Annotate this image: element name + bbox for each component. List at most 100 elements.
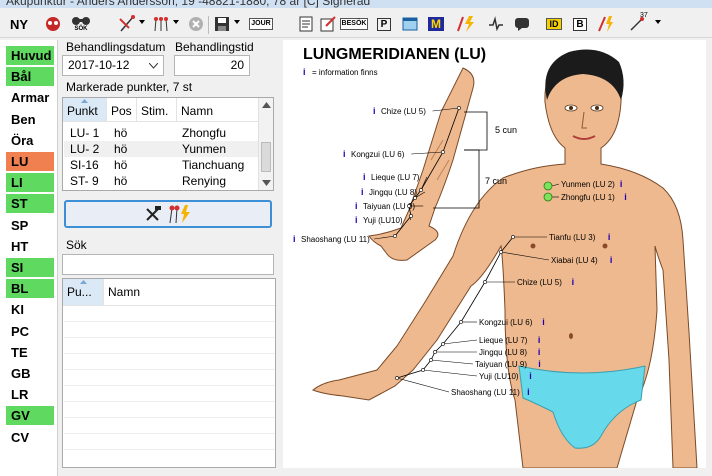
date-picker[interactable]: 2017-10-12 [62,55,164,76]
table-row[interactable]: SI-16 hö Tianchuang [64,157,259,173]
acupoint-marker[interactable] [395,376,399,380]
sidebar-item-huvud[interactable]: Huvud [6,46,54,65]
table-row[interactable]: LU- 2 hö Yunmen [64,141,259,157]
sidebar-item-armar[interactable]: Armar [6,88,54,107]
window-icon[interactable] [400,14,420,34]
info-icon[interactable]: i [572,277,575,287]
body-point-label[interactable]: Yuji (LU10) [479,372,519,381]
info-icon[interactable]: i [355,201,358,211]
chat-icon[interactable] [512,14,532,34]
acupoint-marker[interactable] [441,150,445,154]
sidebar-item-gb[interactable]: GB [6,364,54,383]
sidebar-item-gv[interactable]: GV [6,406,54,426]
sidebar-item-sp[interactable]: SP [6,216,54,235]
new-button[interactable]: NY [6,14,32,34]
info-icon[interactable]: i [538,359,541,369]
sidebar-item-si[interactable]: SI [6,258,54,277]
sidebar-item-ki[interactable]: KI [6,300,54,319]
acupoint-marker[interactable] [483,280,487,284]
sidebar-item-li[interactable]: LI [6,173,54,193]
p-icon[interactable]: P [374,14,394,34]
sidebar-item-st[interactable]: ST [6,194,54,214]
body-point-label[interactable]: Lieque (LU 7) [479,336,528,345]
body-point-label[interactable]: Shaoshang (LU 11) [451,388,520,397]
sidebar-item-bl[interactable]: BL [6,279,54,299]
info-icon[interactable]: i [355,215,358,225]
selected-acupoint-marker[interactable] [543,192,553,202]
chevron-down-icon[interactable] [173,20,179,24]
body-point-label[interactable]: Kongzui (LU 6) [479,318,533,327]
symptom-icon[interactable] [42,14,64,34]
column-header-name[interactable]: Namn [104,279,275,306]
acupoint-marker[interactable] [419,188,423,192]
cancel-icon[interactable] [186,14,206,34]
body-point-label[interactable]: Chize (LU 5) [517,278,562,287]
id-button[interactable]: ID [544,14,564,34]
acupoint-marker[interactable] [459,320,463,324]
body-point-label[interactable]: Jingqu (LU 8) [479,348,527,357]
needle-lightning-icon[interactable] [454,14,478,34]
sidebar-item-lr[interactable]: LR [6,385,54,404]
table-row[interactable]: ST- 9 hö Renying [64,173,259,189]
pulse-icon[interactable] [486,14,506,34]
body-point-label[interactable]: Xiabai (LU 4) [551,256,598,265]
scroll-down-icon[interactable] [262,180,271,186]
body-point-label[interactable]: Yunmen (LU 2) [561,180,615,189]
arm-point-label[interactable]: Chize (LU 5) [381,107,426,116]
info-icon[interactable]: i [608,232,611,242]
acupoint-marker[interactable] [429,358,433,362]
selected-acupoint-marker[interactable] [543,181,553,191]
sidebar-item-pc[interactable]: PC [6,322,54,341]
needle-lightning-icon[interactable] [596,14,616,34]
acupoint-marker[interactable] [409,214,413,218]
body-point-label[interactable]: Zhongfu (LU 1) [561,193,615,202]
visit-button[interactable]: BESÖK [339,14,369,34]
arm-point-label[interactable]: Yuji (LU10) [363,216,403,225]
acupoint-marker[interactable] [433,350,437,354]
sidebar-item-öra[interactable]: Öra [6,131,54,150]
chevron-down-icon[interactable] [655,20,661,24]
acupoint-marker[interactable] [393,234,397,238]
info-icon[interactable]: i [343,149,346,159]
column-header-stim[interactable]: Stim. [137,98,177,122]
acupoint-marker[interactable] [407,204,411,208]
search-results-table[interactable]: Pu... Namn [62,278,276,468]
m-icon[interactable]: M [426,14,446,34]
info-icon[interactable]: i [538,347,541,357]
info-icon[interactable]: i [624,192,627,202]
info-icon[interactable]: i [363,172,366,182]
document-icon[interactable] [296,14,316,34]
journal-button[interactable]: JOUR [249,14,273,34]
sidebar-item-ben[interactable]: Ben [6,110,54,129]
acupoint-marker[interactable] [441,342,445,346]
column-header-pos[interactable]: Pos [107,98,137,122]
chevron-down-icon[interactable] [234,20,240,24]
acupoint-marker[interactable] [457,106,461,110]
arm-point-label[interactable]: Kongzui (LU 6) [351,150,405,159]
info-icon[interactable]: i [373,106,376,116]
acupoint-marker[interactable] [511,235,515,239]
sidebar-item-te[interactable]: TE [6,343,54,362]
arm-point-label[interactable]: Lieque (LU 7) [371,173,420,182]
acupoint-marker[interactable] [413,196,417,200]
acupoint-marker[interactable] [421,368,425,372]
save-icon[interactable] [212,14,232,34]
table-scrollbar[interactable] [258,98,273,190]
sidebar-item-cv[interactable]: CV [6,428,54,447]
body-point-label[interactable]: Tianfu (LU 3) [549,233,596,242]
info-icon[interactable]: i [529,371,532,381]
column-header-name[interactable]: Namn [177,98,259,122]
needle-count-button[interactable]: 37 [622,12,652,34]
arm-point-label[interactable]: Jingqu (LU 8) [369,188,417,197]
search-button[interactable]: SÖK [68,14,94,34]
info-icon[interactable]: i [361,187,364,197]
sidebar-item-ht[interactable]: HT [6,237,54,256]
edit-icon[interactable] [318,14,338,34]
b-button[interactable]: B [570,14,590,34]
time-input[interactable]: 20 [174,55,250,76]
info-icon[interactable]: i [620,179,623,189]
info-icon[interactable]: i [527,387,530,397]
chevron-down-icon[interactable] [149,63,158,69]
search-input[interactable] [62,254,274,275]
arm-point-label[interactable]: Shaoshang (LU 11) [301,235,370,244]
